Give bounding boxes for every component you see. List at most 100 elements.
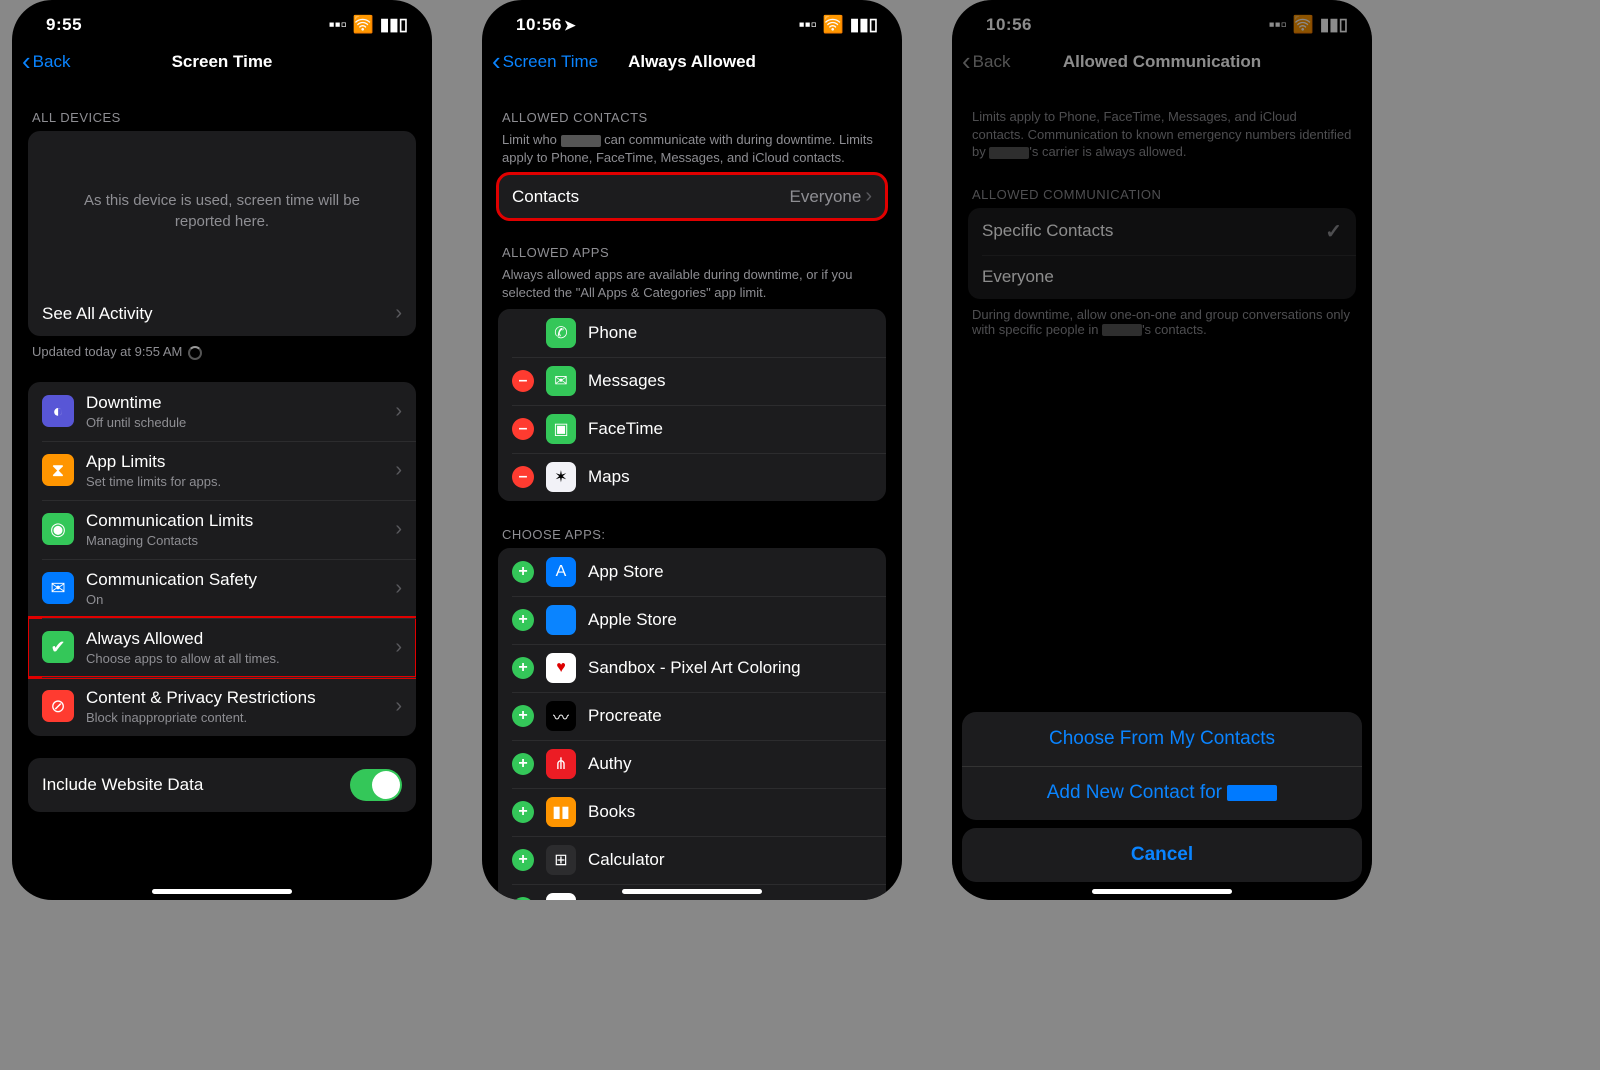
choose-app-sandbox: + ♥ Sandbox - Pixel Art Coloring <box>498 644 886 692</box>
chevron-right-icon: › <box>865 185 872 208</box>
chevron-left-icon: ‹ <box>492 48 501 74</box>
signal-icon: ▪▪▫ <box>1269 15 1287 35</box>
choose-app-calculator: + ⊞ Calculator <box>498 836 886 884</box>
chevron-left-icon: ‹ <box>962 48 971 74</box>
choose-app-app-store: + A App Store <box>498 548 886 596</box>
chevron-left-icon: ‹ <box>22 48 31 74</box>
chevron-right-icon: › <box>395 459 402 482</box>
add-button[interactable]: + <box>512 609 534 631</box>
authy-icon: ⋔ <box>546 749 576 779</box>
back-button[interactable]: ‹ Screen Time <box>492 51 598 74</box>
row-app-limits[interactable]: ⧗ App Limits Set time limits for apps. › <box>28 441 416 500</box>
footer-description: During downtime, allow one-on-one and gr… <box>972 307 1352 337</box>
back-button[interactable]: ‹ Back <box>962 51 1010 74</box>
home-indicator[interactable] <box>152 889 292 894</box>
choose-app-procreate: + 〰 Procreate <box>498 692 886 740</box>
allowed-app-maps: – ✶ Maps <box>498 453 886 501</box>
action-sheet: Choose From My Contacts Add New Contact … <box>962 712 1362 890</box>
row-downtime[interactable]: ◐ Downtime Off until schedule › <box>28 382 416 441</box>
status-bar: 9:55 ▪▪▫ 🛜 ▮▮▯ <box>12 0 432 40</box>
chevron-right-icon: › <box>395 302 402 325</box>
action-add-new-contact[interactable]: Add New Contact for <box>962 766 1362 820</box>
battery-icon: ▮▮▯ <box>380 15 408 35</box>
screen-time-chart-placeholder: As this device is used, screen time will… <box>28 131 416 291</box>
messages-app-icon: ✉ <box>546 366 576 396</box>
add-button[interactable]: + <box>512 801 534 823</box>
description: Limits apply to Phone, FaceTime, Message… <box>972 108 1352 161</box>
apple-store-icon <box>546 605 576 635</box>
option-everyone[interactable]: Everyone <box>968 255 1356 299</box>
battery-icon: ▮▮▯ <box>850 15 878 35</box>
settings-list: ◐ Downtime Off until schedule › ⧗ App Li… <box>28 382 416 736</box>
add-button[interactable]: + <box>512 705 534 727</box>
row-communication-safety[interactable]: ✉ Communication Safety On › <box>28 559 416 618</box>
always-allowed-icon: ✔ <box>42 631 74 663</box>
chevron-right-icon: › <box>395 636 402 659</box>
section-header-choose-apps: CHOOSE APPS: <box>502 527 882 542</box>
contacts-value: Everyone <box>790 187 862 207</box>
phone-app-icon: ✆ <box>546 318 576 348</box>
location-icon: ➤ <box>564 17 576 33</box>
communication-limits-icon: ◉ <box>42 513 74 545</box>
home-indicator[interactable] <box>622 889 762 894</box>
wifi-icon: 🛜 <box>1293 15 1314 35</box>
signal-icon: ▪▪▫ <box>329 15 347 35</box>
remove-button[interactable]: – <box>512 370 534 392</box>
action-choose-from-contacts[interactable]: Choose From My Contacts <box>962 712 1362 766</box>
page-title: Allowed Communication <box>952 52 1372 72</box>
section-header-all-devices: ALL DEVICES <box>32 110 412 125</box>
app-limits-icon: ⧗ <box>42 454 74 486</box>
row-contacts[interactable]: Contacts Everyone › <box>498 174 886 219</box>
downtime-icon: ◐ <box>42 395 74 427</box>
status-time: 10:56 <box>516 15 562 34</box>
navbar: ‹ Back Screen Time <box>12 40 432 84</box>
spinner-icon <box>188 346 202 360</box>
add-button[interactable]: + <box>512 657 534 679</box>
allowed-app-phone: ✆ Phone <box>498 309 886 357</box>
section-desc-allowed-apps: Always allowed apps are available during… <box>502 266 882 301</box>
choose-app-books: + ▮▮ Books <box>498 788 886 836</box>
navbar: ‹ Screen Time Always Allowed <box>482 40 902 84</box>
choose-apps-list: + A App Store + Apple Store + ♥ Sandbox … <box>498 548 886 900</box>
allowed-app-messages: – ✉ Messages <box>498 357 886 405</box>
section-desc-allowed-contacts: Limit who can communicate with during do… <box>502 131 882 166</box>
status-bar: 10:56➤ ▪▪▫ 🛜 ▮▮▯ <box>482 0 902 40</box>
add-button[interactable]: + <box>512 897 534 900</box>
remove-button[interactable]: – <box>512 466 534 488</box>
calculator-icon: ⊞ <box>546 845 576 875</box>
facetime-app-icon: ▣ <box>546 414 576 444</box>
remove-button[interactable]: – <box>512 418 534 440</box>
updated-label: Updated today at 9:55 AM <box>32 344 412 360</box>
status-time: 10:56 <box>986 15 1032 35</box>
row-always-allowed[interactable]: ✔ Always Allowed Choose apps to allow at… <box>28 618 416 677</box>
chevron-right-icon: › <box>395 577 402 600</box>
section-header-allowed-communication: ALLOWED COMMUNICATION <box>972 187 1352 202</box>
choose-app-apple-store: + Apple Store <box>498 596 886 644</box>
row-include-website-data[interactable]: Include Website Data <box>28 758 416 812</box>
calendar-icon: ▦ <box>546 893 576 900</box>
option-specific-contacts[interactable]: Specific Contacts ✓ <box>968 208 1356 255</box>
phone-screen-time: 9:55 ▪▪▫ 🛜 ▮▮▯ ‹ Back Screen Time ALL DE… <box>12 0 432 900</box>
allowed-apps-list: ✆ Phone – ✉ Messages – ▣ FaceTime – ✶ Ma… <box>498 309 886 501</box>
app-store-icon: A <box>546 557 576 587</box>
sandbox-icon: ♥ <box>546 653 576 683</box>
status-bar: 10:56 ▪▪▫ 🛜 ▮▮▯ <box>952 0 1372 40</box>
phone-allowed-communication: 10:56 ▪▪▫ 🛜 ▮▮▯ ‹ Back Allowed Communica… <box>952 0 1372 900</box>
add-button[interactable]: + <box>512 849 534 871</box>
add-button[interactable]: + <box>512 753 534 775</box>
status-time: 9:55 <box>46 15 82 35</box>
toggle-on[interactable] <box>350 769 402 801</box>
see-all-activity-row[interactable]: See All Activity › <box>28 291 416 336</box>
add-button[interactable]: + <box>512 561 534 583</box>
phone-always-allowed: 10:56➤ ▪▪▫ 🛜 ▮▮▯ ‹ Screen Time Always Al… <box>482 0 902 900</box>
chevron-right-icon: › <box>395 518 402 541</box>
books-icon: ▮▮ <box>546 797 576 827</box>
row-content-privacy[interactable]: ⊘ Content & Privacy Restrictions Block i… <box>28 677 416 736</box>
row-communication-limits[interactable]: ◉ Communication Limits Managing Contacts… <box>28 500 416 559</box>
signal-icon: ▪▪▫ <box>799 15 817 35</box>
back-button[interactable]: ‹ Back <box>22 51 70 74</box>
chevron-right-icon: › <box>395 400 402 423</box>
section-header-allowed-contacts: ALLOWED CONTACTS <box>502 110 882 125</box>
action-cancel[interactable]: Cancel <box>962 828 1362 882</box>
home-indicator[interactable] <box>1092 889 1232 894</box>
